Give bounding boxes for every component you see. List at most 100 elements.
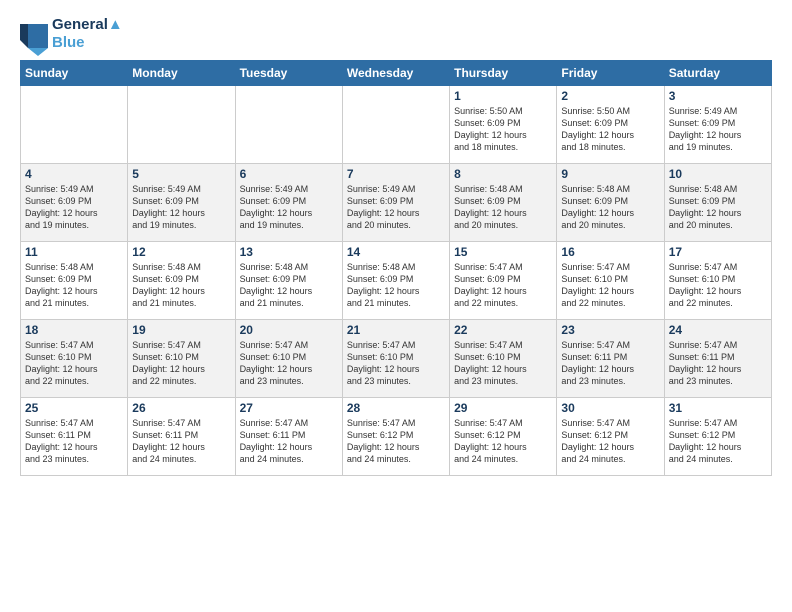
cell-content: Sunrise: 5:47 AM Sunset: 6:11 PM Dayligh…	[561, 339, 659, 388]
day-number: 24	[669, 323, 767, 337]
cell-content: Sunrise: 5:47 AM Sunset: 6:11 PM Dayligh…	[132, 417, 230, 466]
cell-content: Sunrise: 5:47 AM Sunset: 6:09 PM Dayligh…	[454, 261, 552, 310]
day-number: 27	[240, 401, 338, 415]
day-header-thursday: Thursday	[450, 61, 557, 86]
cell-content: Sunrise: 5:47 AM Sunset: 6:10 PM Dayligh…	[454, 339, 552, 388]
calendar-cell: 27 Sunrise: 5:47 AM Sunset: 6:11 PM Dayli…	[235, 398, 342, 476]
calendar-cell: 2 Sunrise: 5:50 AM Sunset: 6:09 PM Daylig…	[557, 86, 664, 164]
cell-content: Sunrise: 5:47 AM Sunset: 6:10 PM Dayligh…	[132, 339, 230, 388]
cell-content: Sunrise: 5:49 AM Sunset: 6:09 PM Dayligh…	[132, 183, 230, 232]
cell-content: Sunrise: 5:50 AM Sunset: 6:09 PM Dayligh…	[561, 105, 659, 154]
day-number: 7	[347, 167, 445, 181]
day-number: 5	[132, 167, 230, 181]
cell-content: Sunrise: 5:47 AM Sunset: 6:10 PM Dayligh…	[561, 261, 659, 310]
day-number: 6	[240, 167, 338, 181]
cell-content: Sunrise: 5:48 AM Sunset: 6:09 PM Dayligh…	[669, 183, 767, 232]
cell-content: Sunrise: 5:47 AM Sunset: 6:10 PM Dayligh…	[240, 339, 338, 388]
calendar-cell: 7 Sunrise: 5:49 AM Sunset: 6:09 PM Daylig…	[342, 164, 449, 242]
day-number: 14	[347, 245, 445, 259]
day-number: 8	[454, 167, 552, 181]
day-header-friday: Friday	[557, 61, 664, 86]
calendar-cell: 30Sunrise: 5:47 AM Sunset: 6:12 PM Dayli…	[557, 398, 664, 476]
cell-content: Sunrise: 5:47 AM Sunset: 6:11 PM Dayligh…	[25, 417, 123, 466]
day-number: 15	[454, 245, 552, 259]
cell-content: Sunrise: 5:47 AM Sunset: 6:12 PM Dayligh…	[561, 417, 659, 466]
calendar-cell: 9Sunrise: 5:48 AM Sunset: 6:09 PM Daylig…	[557, 164, 664, 242]
calendar-cell	[21, 86, 128, 164]
cell-content: Sunrise: 5:47 AM Sunset: 6:11 PM Dayligh…	[669, 339, 767, 388]
calendar-cell: 20 Sunrise: 5:47 AM Sunset: 6:10 PM Dayli…	[235, 320, 342, 398]
day-number: 12	[132, 245, 230, 259]
calendar-cell: 22 Sunrise: 5:47 AM Sunset: 6:10 PM Dayli…	[450, 320, 557, 398]
day-number: 1	[454, 89, 552, 103]
calendar-week-row: 18 Sunrise: 5:47 AM Sunset: 6:10 PM Dayli…	[21, 320, 772, 398]
calendar-cell: 5 Sunrise: 5:49 AM Sunset: 6:09 PM Daylig…	[128, 164, 235, 242]
cell-content: Sunrise: 5:49 AM Sunset: 6:09 PM Dayligh…	[347, 183, 445, 232]
calendar-cell: 19 Sunrise: 5:47 AM Sunset: 6:10 PM Dayli…	[128, 320, 235, 398]
day-number: 4	[25, 167, 123, 181]
day-number: 3	[669, 89, 767, 103]
calendar-cell: 25 Sunrise: 5:47 AM Sunset: 6:11 PM Dayli…	[21, 398, 128, 476]
day-number: 18	[25, 323, 123, 337]
calendar-cell: 26 Sunrise: 5:47 AM Sunset: 6:11 PM Dayli…	[128, 398, 235, 476]
cell-content: Sunrise: 5:47 AM Sunset: 6:10 PM Dayligh…	[669, 261, 767, 310]
cell-content: Sunrise: 5:48 AM Sunset: 6:09 PM Dayligh…	[240, 261, 338, 310]
day-header-wednesday: Wednesday	[342, 61, 449, 86]
logo: General▲ Blue	[20, 16, 123, 52]
calendar-header-row: SundayMondayTuesdayWednesdayThursdayFrid…	[21, 61, 772, 86]
day-header-sunday: Sunday	[21, 61, 128, 86]
cell-content: Sunrise: 5:47 AM Sunset: 6:12 PM Dayligh…	[454, 417, 552, 466]
day-header-tuesday: Tuesday	[235, 61, 342, 86]
day-number: 20	[240, 323, 338, 337]
day-number: 21	[347, 323, 445, 337]
day-number: 19	[132, 323, 230, 337]
cell-content: Sunrise: 5:48 AM Sunset: 6:09 PM Dayligh…	[347, 261, 445, 310]
cell-content: Sunrise: 5:47 AM Sunset: 6:12 PM Dayligh…	[347, 417, 445, 466]
calendar-cell	[342, 86, 449, 164]
calendar-cell	[128, 86, 235, 164]
calendar-cell: 12 Sunrise: 5:48 AM Sunset: 6:09 PM Dayli…	[128, 242, 235, 320]
calendar-week-row: 11 Sunrise: 5:48 AM Sunset: 6:09 PM Dayli…	[21, 242, 772, 320]
cell-content: Sunrise: 5:48 AM Sunset: 6:09 PM Dayligh…	[132, 261, 230, 310]
calendar-cell: 6 Sunrise: 5:49 AM Sunset: 6:09 PM Daylig…	[235, 164, 342, 242]
cell-content: Sunrise: 5:49 AM Sunset: 6:09 PM Dayligh…	[240, 183, 338, 232]
cell-content: Sunrise: 5:47 AM Sunset: 6:11 PM Dayligh…	[240, 417, 338, 466]
day-number: 17	[669, 245, 767, 259]
day-number: 31	[669, 401, 767, 415]
day-number: 2	[561, 89, 659, 103]
cell-content: Sunrise: 5:47 AM Sunset: 6:10 PM Dayligh…	[25, 339, 123, 388]
cell-content: Sunrise: 5:49 AM Sunset: 6:09 PM Dayligh…	[25, 183, 123, 232]
day-number: 13	[240, 245, 338, 259]
day-number: 10	[669, 167, 767, 181]
calendar-cell: 10 Sunrise: 5:48 AM Sunset: 6:09 PM Dayli…	[664, 164, 771, 242]
day-number: 23	[561, 323, 659, 337]
calendar-cell: 29 Sunrise: 5:47 AM Sunset: 6:12 PM Dayli…	[450, 398, 557, 476]
calendar-cell: 28Sunrise: 5:47 AM Sunset: 6:12 PM Dayli…	[342, 398, 449, 476]
calendar-week-row: 25 Sunrise: 5:47 AM Sunset: 6:11 PM Dayli…	[21, 398, 772, 476]
calendar-cell: 21Sunrise: 5:47 AM Sunset: 6:10 PM Dayli…	[342, 320, 449, 398]
calendar-week-row: 4 Sunrise: 5:49 AM Sunset: 6:09 PM Daylig…	[21, 164, 772, 242]
calendar-table: SundayMondayTuesdayWednesdayThursdayFrid…	[20, 60, 772, 476]
calendar-cell: 13 Sunrise: 5:48 AM Sunset: 6:09 PM Dayli…	[235, 242, 342, 320]
calendar-cell: 15 Sunrise: 5:47 AM Sunset: 6:09 PM Dayli…	[450, 242, 557, 320]
calendar-cell: 1 Sunrise: 5:50 AM Sunset: 6:09 PM Daylig…	[450, 86, 557, 164]
day-number: 22	[454, 323, 552, 337]
page: General▲ Blue SundayMondayTuesdayWednesd…	[0, 0, 792, 612]
day-number: 26	[132, 401, 230, 415]
day-header-saturday: Saturday	[664, 61, 771, 86]
calendar-cell: 23 Sunrise: 5:47 AM Sunset: 6:11 PM Dayli…	[557, 320, 664, 398]
day-number: 29	[454, 401, 552, 415]
cell-content: Sunrise: 5:47 AM Sunset: 6:12 PM Dayligh…	[669, 417, 767, 466]
calendar-cell: 18 Sunrise: 5:47 AM Sunset: 6:10 PM Dayli…	[21, 320, 128, 398]
calendar-cell: 3Sunrise: 5:49 AM Sunset: 6:09 PM Daylig…	[664, 86, 771, 164]
logo-text: General▲ Blue	[52, 16, 123, 52]
calendar-cell: 16Sunrise: 5:47 AM Sunset: 6:10 PM Dayli…	[557, 242, 664, 320]
day-number: 25	[25, 401, 123, 415]
cell-content: Sunrise: 5:50 AM Sunset: 6:09 PM Dayligh…	[454, 105, 552, 154]
logo-icon	[20, 20, 48, 48]
calendar-cell: 11 Sunrise: 5:48 AM Sunset: 6:09 PM Dayli…	[21, 242, 128, 320]
day-header-monday: Monday	[128, 61, 235, 86]
calendar-cell	[235, 86, 342, 164]
day-number: 11	[25, 245, 123, 259]
cell-content: Sunrise: 5:48 AM Sunset: 6:09 PM Dayligh…	[25, 261, 123, 310]
